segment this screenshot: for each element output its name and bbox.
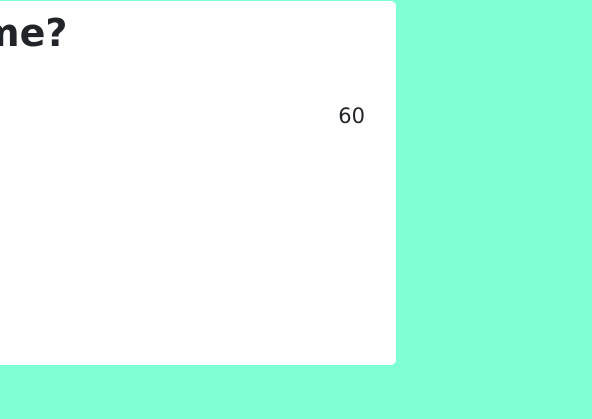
counter-value: 60 bbox=[338, 104, 365, 128]
question-card: me? 60 bbox=[0, 1, 396, 365]
card-title: me? bbox=[0, 11, 68, 55]
